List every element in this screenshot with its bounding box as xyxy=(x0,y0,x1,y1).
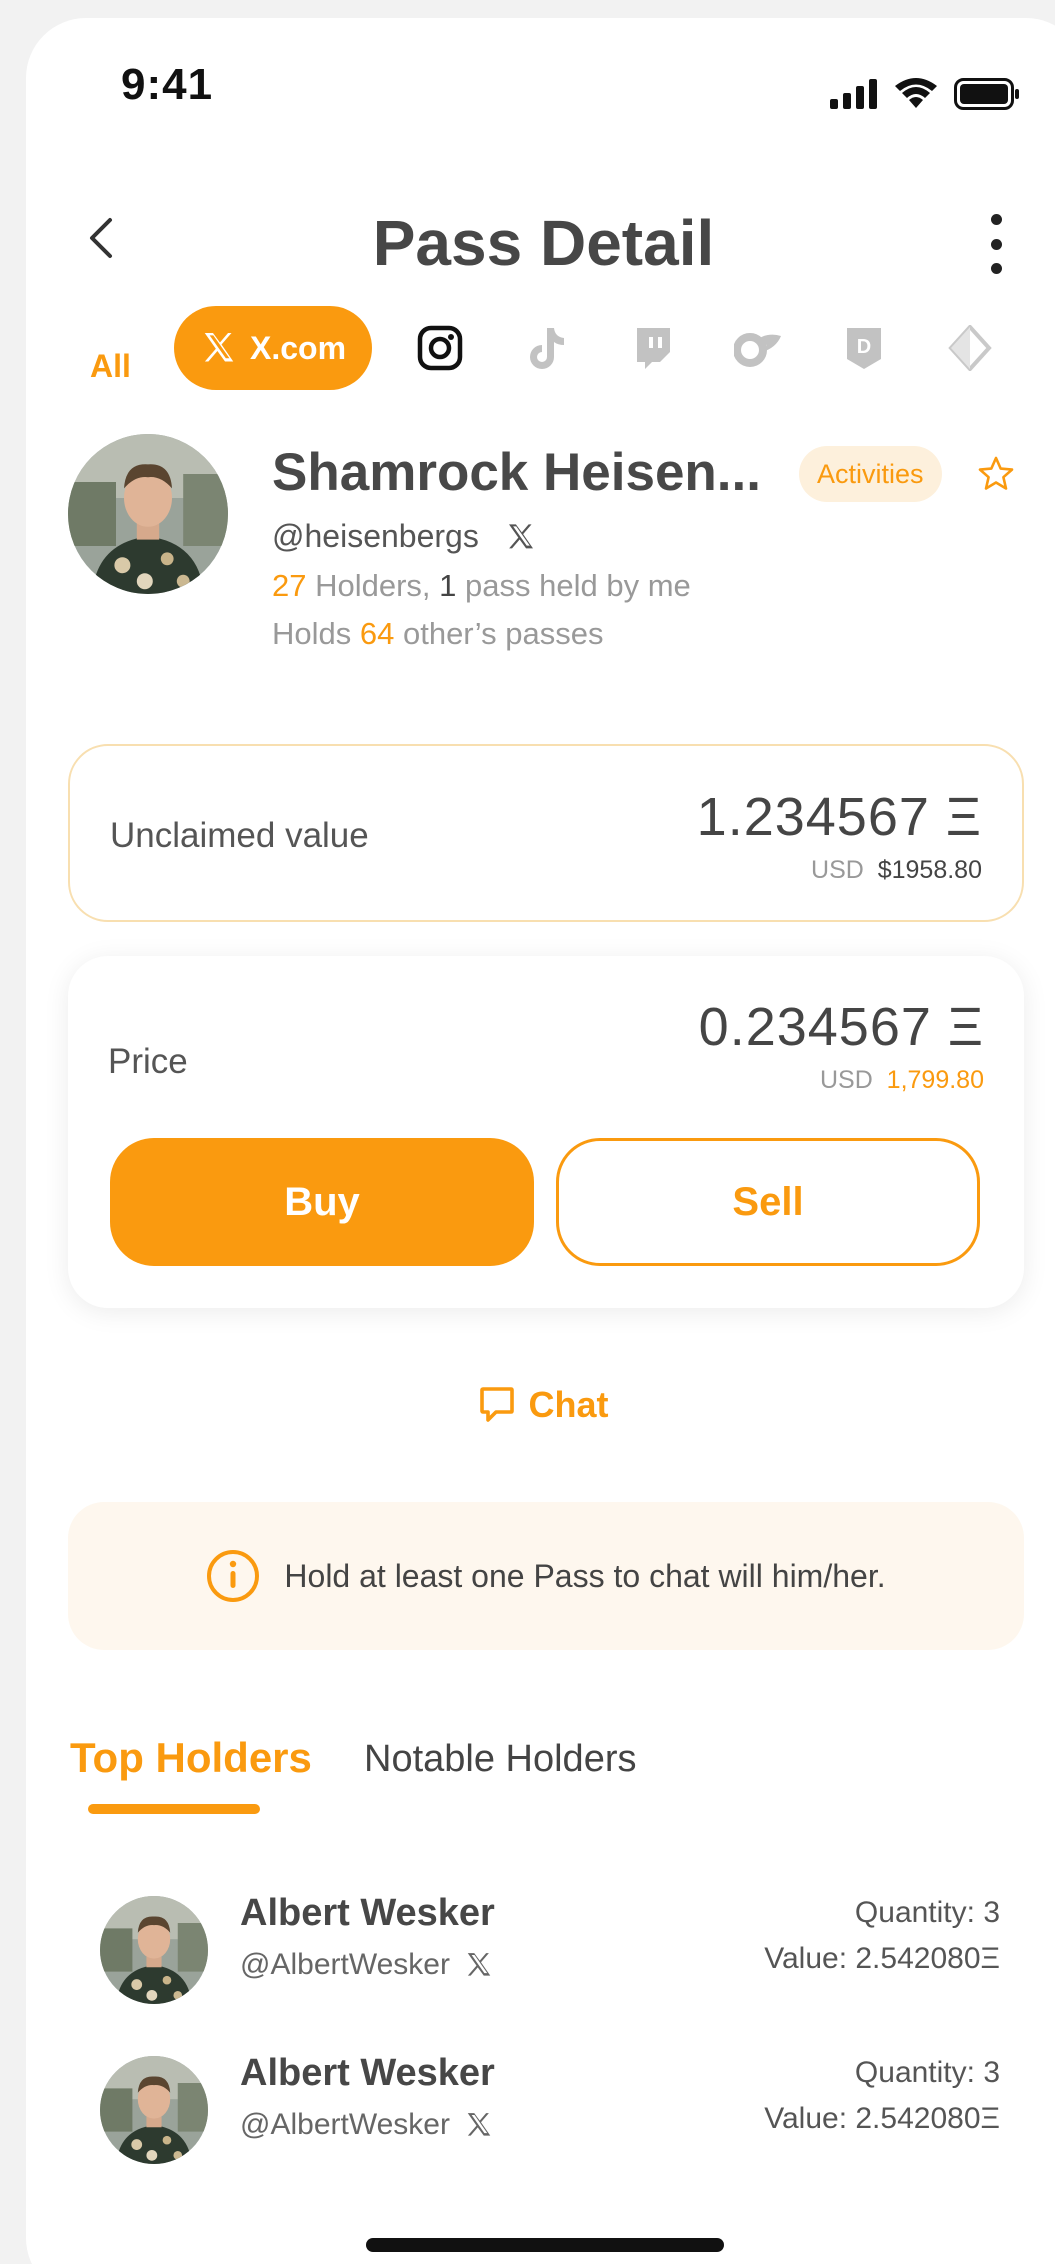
x-logo-icon xyxy=(464,1950,494,1980)
tiktok-icon xyxy=(530,328,564,369)
holder-quantity: Quantity: 3 xyxy=(854,1896,1000,1929)
price-eth-value: 0.234567 Ξ xyxy=(698,997,984,1057)
chat-button[interactable]: Chat xyxy=(26,1384,1055,1426)
x-logo-icon xyxy=(200,329,238,367)
held-text: pass held by me xyxy=(456,568,691,603)
tab-top-holders[interactable]: Top Holders xyxy=(70,1734,312,1782)
info-icon xyxy=(207,1550,260,1602)
holds-stats: Holds 64 other’s passes xyxy=(272,616,603,652)
d-badge-icon: D xyxy=(847,328,881,369)
svg-text:D: D xyxy=(857,336,871,358)
tab-instagram[interactable] xyxy=(414,322,466,374)
holder-handle: @AlbertWesker xyxy=(240,2108,450,2141)
phone-screen: 9:41 Pass Detail All X.com D Shamrock He… xyxy=(26,18,1055,2264)
wifi-icon xyxy=(895,78,937,108)
active-tab-indicator xyxy=(88,1804,260,1814)
battery-icon xyxy=(954,78,1019,110)
price-usd-value: 1,799.80 xyxy=(886,1066,984,1094)
holds-suffix: other’s passes xyxy=(394,616,604,651)
holders-text: Holders, xyxy=(306,568,440,603)
more-dot-icon xyxy=(990,238,1002,250)
more-options-button[interactable] xyxy=(981,214,1011,274)
price-usd: USD 1,799.80 xyxy=(820,1066,984,1095)
onlyfans-icon xyxy=(734,333,781,367)
signal-icon xyxy=(830,79,877,109)
profile-handle: @heisenbergs xyxy=(272,518,479,554)
price-label: Price xyxy=(108,1042,188,1081)
holder-row[interactable]: Albert Wesker @AlbertWesker Quantity: 3 … xyxy=(100,2052,1000,2172)
holder-name: Albert Wesker xyxy=(240,1892,495,1934)
sell-button[interactable]: Sell xyxy=(556,1138,980,1266)
x-logo-icon xyxy=(464,2110,494,2140)
holder-avatar xyxy=(100,2056,208,2164)
holder-handle-row: @AlbertWesker xyxy=(240,2108,494,2142)
tab-onlyfans[interactable] xyxy=(732,322,784,374)
holder-value: Value: 2.542080Ξ xyxy=(764,1942,1000,1975)
tab-twitch[interactable] xyxy=(626,322,678,374)
usd-label: USD xyxy=(819,1066,873,1094)
tab-dtube[interactable]: D xyxy=(838,322,890,374)
unclaimed-label: Unclaimed value xyxy=(110,816,369,855)
holders-count: 27 xyxy=(272,568,307,603)
more-dot-icon xyxy=(990,214,1002,225)
holder-handle: @AlbertWesker xyxy=(240,1948,450,1981)
more-dot-icon xyxy=(990,263,1002,274)
chat-label: Chat xyxy=(528,1384,609,1425)
holder-value: Value: 2.542080Ξ xyxy=(764,2102,1000,2135)
holds-prefix: Holds xyxy=(272,616,360,651)
status-time: 9:41 xyxy=(121,60,214,109)
instagram-icon xyxy=(417,325,463,371)
buy-button[interactable]: Buy xyxy=(110,1138,534,1266)
activities-badge[interactable]: Activities xyxy=(799,446,942,502)
held-by-me-count: 1 xyxy=(439,568,457,603)
profile-name: Shamrock Heisen... xyxy=(272,443,761,502)
usd-label: USD xyxy=(811,856,864,884)
profile-avatar xyxy=(68,434,228,594)
page-title: Pass Detail xyxy=(372,207,715,279)
tab-x[interactable]: X.com xyxy=(174,306,372,390)
chat-bubble-icon xyxy=(479,1387,514,1422)
twitch-icon xyxy=(637,328,670,369)
unclaimed-eth-value: 1.234567 Ξ xyxy=(696,787,982,847)
tab-notable-holders[interactable]: Notable Holders xyxy=(364,1738,636,1781)
holder-quantity: Quantity: 3 xyxy=(854,2056,1000,2089)
tab-lens[interactable] xyxy=(944,322,996,374)
holder-avatar xyxy=(100,1896,208,2004)
hexagon-logo-icon xyxy=(948,325,992,371)
chat-notice: Hold at least one Pass to chat will him/… xyxy=(68,1502,1024,1650)
unclaimed-usd-value: $1958.80 xyxy=(877,856,982,884)
holder-name: Albert Wesker xyxy=(240,2052,495,2094)
holds-count: 64 xyxy=(359,616,395,651)
favorite-star-icon[interactable] xyxy=(976,454,1016,494)
holder-handle-row: @AlbertWesker xyxy=(240,1948,494,1982)
tab-x-label: X.com xyxy=(249,329,347,366)
status-icons xyxy=(830,78,1020,110)
profile-handle-row: @heisenbergs xyxy=(272,518,537,555)
notice-text: Hold at least one Pass to chat will him/… xyxy=(284,1557,886,1594)
home-indicator xyxy=(366,2238,724,2252)
holder-row[interactable]: Albert Wesker @AlbertWesker Quantity: 3 … xyxy=(100,1892,1000,2012)
holders-stats: 27 Holders, 1 pass held by me xyxy=(272,568,691,604)
x-logo-icon xyxy=(505,521,537,553)
tab-tiktok[interactable] xyxy=(520,322,572,374)
unclaimed-value-card: Unclaimed value 1.234567 Ξ USD $1958.80 xyxy=(68,744,1024,922)
unclaimed-usd: USD $1958.80 xyxy=(811,856,982,885)
tab-all[interactable]: All xyxy=(90,348,131,385)
